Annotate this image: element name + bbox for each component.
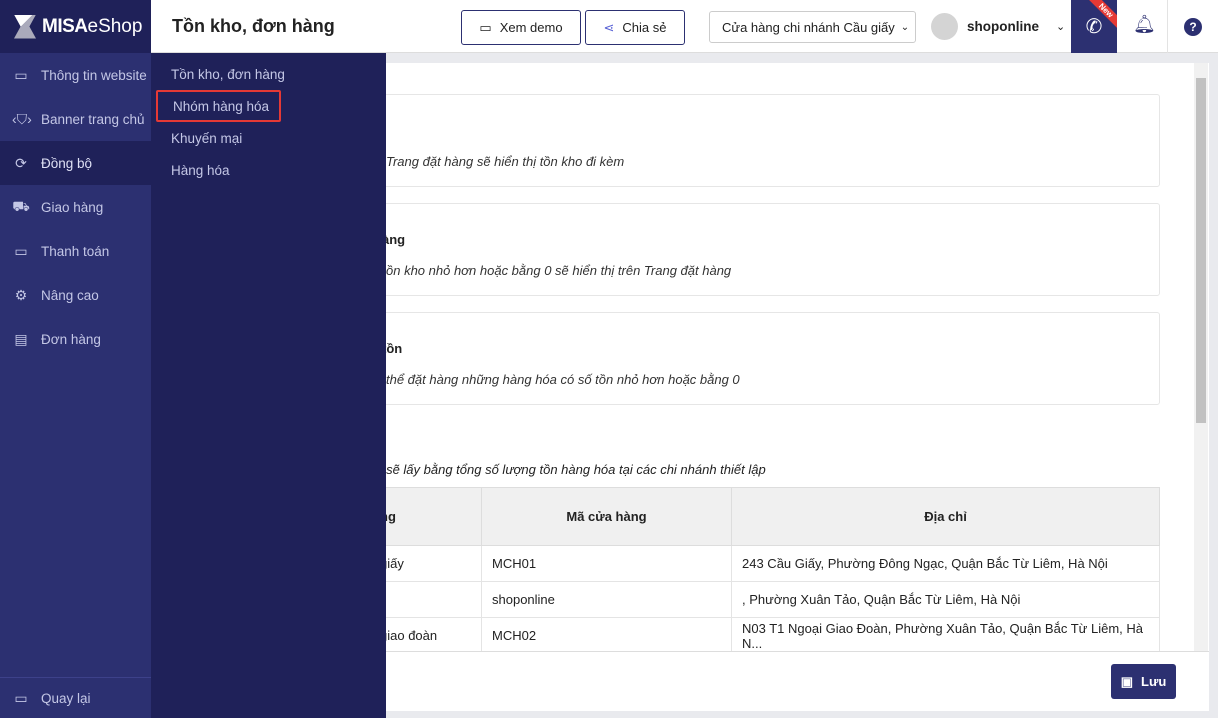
- share-label: Chia sẻ: [622, 20, 667, 35]
- browser-icon: ▭: [14, 689, 28, 706]
- sidebar-item-advanced[interactable]: ⚙ Nâng cao: [0, 273, 151, 317]
- view-demo-button[interactable]: ▭ Xem demo: [461, 10, 581, 45]
- sidebar-item-orders[interactable]: ▤ Đơn hàng: [0, 317, 151, 361]
- setting-desc: ồn kho nhỏ hơn hoặc bằng 0 sẽ hiển thị t…: [386, 263, 732, 278]
- logo[interactable]: MISA eShop: [0, 0, 151, 53]
- back-button[interactable]: ▭ Quay lại: [0, 677, 151, 718]
- store-select-value: Cửa hàng chi nhánh Cầu giấy: [722, 19, 895, 35]
- stock-note: ng sẽ lấy bằng tổng số lượng tồn hàng hó…: [368, 462, 766, 477]
- sidebar: MISA eShop ▭ Thông tin website ‹⛉› Banner t…: [0, 0, 151, 718]
- bell-icon[interactable]: 🔔︎: [1133, 14, 1156, 35]
- card-icon: ▭: [14, 242, 28, 259]
- sidebar-item-sync[interactable]: ⟳ Đồng bộ: [0, 141, 151, 185]
- share-icon: ⋖: [603, 19, 615, 35]
- cell-address: 243 Cầu Giấy, Phường Đông Ngạc, Quận Bắc…: [731, 545, 1160, 582]
- cell-store-code: shoponline: [481, 581, 732, 618]
- gear-icon: ⚙: [14, 286, 28, 303]
- misa-logo-icon: [14, 14, 36, 39]
- shirt-icon: ‹⛉›: [12, 110, 32, 127]
- page-title: Tồn kho, đơn hàng: [172, 16, 335, 36]
- header: Tồn kho, đơn hàng ▭ Xem demo ⋖ Chia sẻ Cửa…: [151, 0, 1218, 53]
- logo-text: MISA: [42, 15, 88, 37]
- sidebar-item-label: Đồng bộ: [41, 155, 93, 171]
- help-icon: ?: [1184, 17, 1202, 36]
- submenu-item-inventory[interactable]: Tồn kho, đơn hàng: [151, 58, 386, 90]
- chevron-down-icon: ⌄: [1056, 21, 1066, 33]
- scrollbar-thumb[interactable]: [1196, 78, 1206, 423]
- help-button[interactable]: ?: [1167, 0, 1218, 53]
- window-icon: ▭: [479, 19, 492, 35]
- cell-store-code: MCH02: [481, 617, 732, 654]
- chevron-down-icon: ⌄: [900, 21, 910, 33]
- phone-icon: ✆: [1085, 16, 1103, 38]
- scrollbar[interactable]: [1194, 63, 1208, 651]
- sidebar-item-banner[interactable]: ‹⛉› Banner trang chủ: [0, 97, 151, 141]
- browser-icon: ▭: [14, 66, 28, 83]
- save-label: Lưu: [1141, 674, 1167, 689]
- sidebar-item-label: Thông tin website: [41, 67, 147, 83]
- sidebar-item-label: Giao hàng: [41, 199, 104, 215]
- sync-icon: ⟳: [15, 154, 27, 171]
- cell-address: N03 T1 Ngoại Giao Đoàn, Phường Xuân Tảo,…: [731, 617, 1160, 654]
- sidebar-item-label: Banner trang chủ: [41, 111, 145, 127]
- sidebar-item-payment[interactable]: ▭ Thanh toán: [0, 229, 151, 273]
- user-menu[interactable]: shoponline ⌄: [931, 13, 1065, 40]
- submenu-item-product-group[interactable]: Nhóm hàng hóa: [156, 90, 281, 122]
- username: shoponline: [967, 19, 1039, 34]
- submenu-item-promotion[interactable]: Khuyến mại: [151, 122, 386, 154]
- truck-icon: ⛟: [12, 197, 30, 214]
- sidebar-item-label: Nâng cao: [41, 287, 99, 303]
- setting-desc: Trang đặt hàng sẽ hiển thị tồn kho đi kè…: [386, 154, 625, 169]
- sync-submenu: Tồn kho, đơn hàng Nhóm hàng hóa Khuyến m…: [151, 53, 386, 718]
- back-label: Quay lại: [41, 690, 91, 706]
- save-button[interactable]: ▣ Lưu: [1111, 664, 1176, 699]
- clipboard-icon: ▤: [14, 330, 28, 347]
- setting-desc: thể đặt hàng những hàng hóa có số tồn nh…: [386, 372, 740, 387]
- share-button[interactable]: ⋖ Chia sẻ: [585, 10, 685, 45]
- sidebar-item-shipping[interactable]: ⛟ Giao hàng: [0, 185, 151, 229]
- support-phone-button[interactable]: ✆ New: [1071, 0, 1117, 53]
- avatar: [931, 13, 958, 40]
- cell-address: , Phường Xuân Tảo, Quận Bắc Từ Liêm, Hà …: [731, 581, 1160, 618]
- store-select[interactable]: Cửa hàng chi nhánh Cầu giấy ⌄: [709, 11, 916, 43]
- view-demo-label: Xem demo: [499, 20, 563, 35]
- column-header-store-code: Mã cửa hàng: [481, 487, 732, 546]
- logo-text-light: eShop: [87, 15, 143, 37]
- sidebar-item-label: Đơn hàng: [41, 331, 101, 347]
- sidebar-item-label: Thanh toán: [41, 243, 110, 259]
- sidebar-item-website-info[interactable]: ▭ Thông tin website: [0, 53, 151, 97]
- save-icon: ▣: [1120, 673, 1133, 689]
- submenu-item-products[interactable]: Hàng hóa: [151, 154, 386, 186]
- cell-store-code: MCH01: [481, 545, 732, 582]
- column-header-address: Địa chỉ: [731, 487, 1160, 546]
